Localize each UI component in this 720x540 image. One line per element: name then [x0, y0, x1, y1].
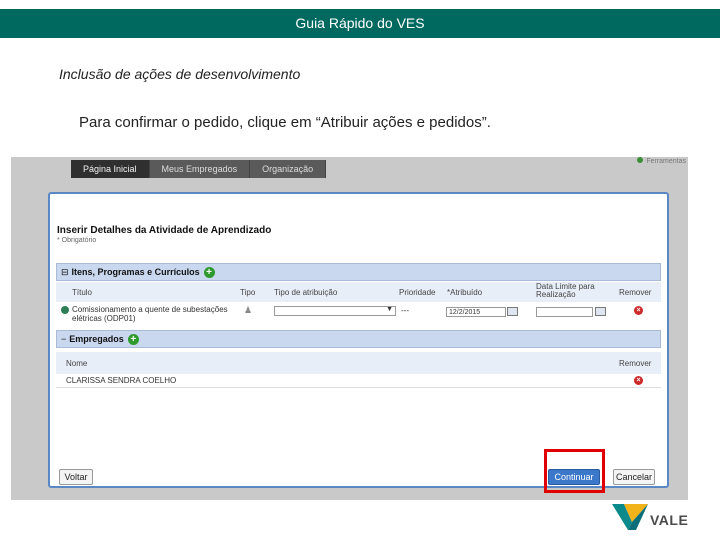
priority-value: --- — [401, 306, 409, 315]
remove-icon[interactable]: × — [634, 306, 643, 315]
remove-icon[interactable]: × — [634, 376, 643, 385]
required-note: * Obrigatório — [57, 237, 97, 244]
col-priority: Prioridade — [399, 288, 436, 297]
header-bar: Guia Rápido do VES — [0, 9, 720, 38]
dialog-title: Inserir Detalhes da Atividade de Aprendi… — [57, 225, 272, 236]
tools-link[interactable]: Ferramentas — [637, 157, 686, 165]
employees-column-headers: Nome Remover — [56, 352, 661, 374]
nav-tabs: Página Inicial Meus Empregados Organizaç… — [71, 160, 327, 178]
col-assignment-type: Tipo de atribuição — [274, 288, 338, 297]
back-button[interactable]: Voltar — [59, 469, 93, 485]
person-icon: ♟ — [244, 305, 253, 315]
assigned-date-input[interactable]: 12/2/2015 — [446, 307, 506, 317]
chevron-down-icon: ▼ — [386, 306, 393, 313]
collapse-icon[interactable]: ⊟ — [61, 264, 69, 280]
add-item-icon[interactable]: + — [203, 267, 215, 279]
items-section-header[interactable]: ⊟ Itens, Programas e Currículos + — [56, 263, 661, 281]
employee-name: CLARISSA SENDRA COELHO — [66, 376, 177, 385]
col-assigned: *Atribuído — [447, 288, 483, 297]
employees-section-header[interactable]: − Empregados + — [56, 330, 661, 348]
table-row: Comissionamento a quente de subestações … — [56, 302, 661, 326]
item-title[interactable]: Comissionamento a quente de subestações … — [72, 305, 232, 323]
learning-activity-dialog: Inserir Detalhes da Atividade de Aprendi… — [48, 192, 669, 488]
continue-highlight-box — [544, 449, 605, 493]
header-title: Guia Rápido do VES — [295, 15, 425, 31]
col-remove: Remover — [619, 359, 652, 368]
calendar-icon[interactable] — [507, 307, 518, 316]
cancel-button[interactable]: Cancelar — [613, 469, 655, 485]
vale-logo-text: VALE — [650, 512, 689, 528]
calendar-icon[interactable] — [595, 307, 606, 316]
tools-icon — [637, 157, 644, 163]
table-row: CLARISSA SENDRA COELHO × — [56, 374, 661, 388]
due-date-input[interactable] — [536, 307, 593, 317]
col-remove: Remover — [619, 288, 652, 297]
assignment-type-select[interactable]: ▼ — [274, 306, 396, 316]
tab-organization[interactable]: Organização — [250, 160, 327, 178]
col-name: Nome — [66, 359, 88, 368]
collapse-icon[interactable]: − — [61, 331, 66, 347]
col-due-date: Data Limite para Realização — [536, 282, 595, 299]
tab-employees[interactable]: Meus Empregados — [149, 160, 251, 178]
items-column-headers: Título Tipo Tipo de atribuição Prioridad… — [56, 282, 661, 302]
col-title: Título — [72, 288, 93, 297]
col-type: Tipo — [240, 288, 256, 297]
instruction-text: Para confirmar o pedido, clique em “Atri… — [79, 114, 491, 131]
tab-home[interactable]: Página Inicial — [71, 160, 150, 178]
add-employee-icon[interactable]: + — [127, 334, 139, 346]
app-screenshot: Página Inicial Meus Empregados Organizaç… — [11, 157, 688, 500]
section-subtitle: Inclusão de ações de desenvolvimento — [59, 66, 301, 82]
